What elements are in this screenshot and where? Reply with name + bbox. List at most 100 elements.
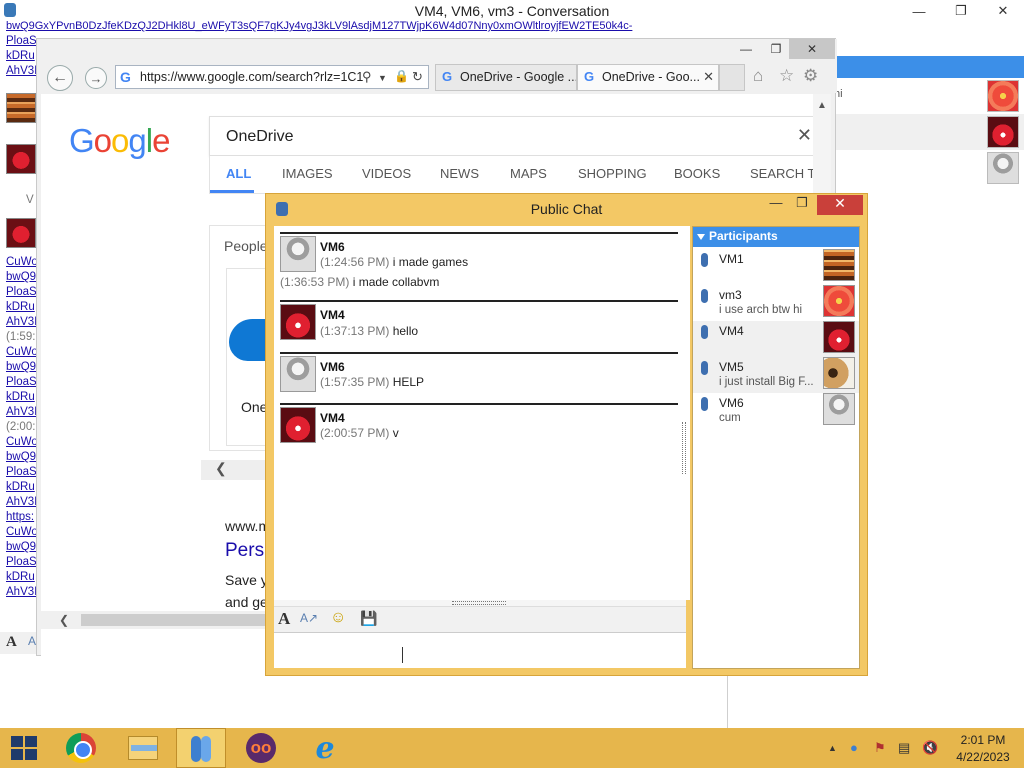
network-icon[interactable]: ▤ <box>898 740 910 756</box>
participant-row[interactable]: VM6 cum <box>693 393 859 429</box>
search-input[interactable]: OneDrive ✕ <box>209 116 821 156</box>
avatar <box>987 152 1019 184</box>
splitter-grip[interactable] <box>452 601 506 605</box>
action-center-icon[interactable]: ⚑ <box>874 740 886 756</box>
search-icon[interactable]: ⚲ <box>362 69 372 85</box>
avatar <box>987 80 1019 112</box>
back-icon[interactable]: ← <box>47 65 73 91</box>
taskbar-infinity-app[interactable]: oo <box>236 728 286 768</box>
tab-images[interactable]: IMAGES <box>282 166 333 181</box>
chat-minimize-button[interactable]: — <box>762 195 790 215</box>
dropdown-icon[interactable]: ▼ <box>378 73 387 83</box>
participant-name: VM4 <box>719 324 744 338</box>
search-query[interactable]: OneDrive <box>226 128 294 146</box>
participant-row[interactable]: vm3 i use arch btw hi <box>693 285 859 321</box>
message-divider <box>280 300 680 302</box>
browser-close-button[interactable]: ✕ <box>789 39 835 59</box>
taskbar-messenger[interactable] <box>176 728 226 768</box>
lock-icon[interactable]: 🔒 <box>394 69 409 83</box>
tab-books[interactable]: BOOKS <box>674 166 720 181</box>
participant-row[interactable]: VM4 <box>693 321 859 357</box>
message-timestamp: (1:36:53 PM) <box>280 275 350 289</box>
browser-tab[interactable]: G OneDrive - Google ... <box>435 64 577 91</box>
messenger-tray-icon[interactable]: ● <box>850 740 858 755</box>
message-link[interactable]: bwQ9GxYPvnB0DzJfeKDzQJ2DHkl8U_eWFyT3sQF7… <box>6 20 686 33</box>
participant-row[interactable]: VM1 <box>693 249 859 285</box>
tab-all[interactable]: ALL <box>226 166 251 181</box>
clear-search-icon[interactable]: ✕ <box>797 125 812 146</box>
browser-tab-active[interactable]: G OneDrive - Goo... ✕ <box>577 64 719 91</box>
refresh-icon[interactable]: ↻ <box>412 69 423 85</box>
address-url[interactable]: https://www.google.com/search?rlz=1C1 <box>140 70 363 84</box>
volume-muted-icon[interactable]: 🔇 <box>922 740 938 756</box>
tab-videos[interactable]: VIDEOS <box>362 166 411 181</box>
chat-message-input[interactable] <box>274 632 686 668</box>
message-text: i made games <box>389 255 469 269</box>
forward-icon[interactable]: → <box>85 67 107 89</box>
tab-maps[interactable]: MAPS <box>510 166 547 181</box>
home-icon[interactable]: ⌂ <box>753 66 763 86</box>
taskbar: oo e ▲ ● ⚑ ▤ 🔇 2:01 PM 4/22/2023 <box>0 728 1024 768</box>
favorites-icon[interactable]: ☆ <box>779 66 794 86</box>
message-divider <box>280 352 680 354</box>
chat-maximize-button[interactable]: ❐ <box>788 195 816 215</box>
font-icon[interactable]: A <box>278 609 290 629</box>
new-tab-button[interactable] <box>719 64 745 91</box>
tab-search-tools[interactable]: SEARCH T <box>750 166 816 181</box>
minimize-button[interactable]: — <box>902 0 936 22</box>
tab-label: OneDrive - Google ... <box>460 70 577 84</box>
avatar <box>280 407 316 443</box>
taskbar-chrome[interactable] <box>56 728 106 768</box>
start-button[interactable] <box>0 728 48 768</box>
avatar <box>823 393 855 425</box>
tab-shopping[interactable]: SHOPPING <box>578 166 647 181</box>
result-title[interactable]: Pers <box>225 540 264 562</box>
public-chat-window: Public Chat — ❐ ✕ VM6 (1:24:56 PM) i mad… <box>265 193 868 676</box>
message-line: (1:37:13 PM) hello <box>320 324 418 338</box>
maximize-button[interactable]: ❐ <box>944 0 978 22</box>
participant-name: vm3 <box>719 288 742 302</box>
tab-label: OneDrive - Goo... <box>602 70 700 84</box>
clock-time[interactable]: 2:01 PM <box>944 733 1022 747</box>
message-timestamp: (1:37:13 PM) <box>320 324 390 338</box>
close-button[interactable]: ✕ <box>986 0 1020 22</box>
message-timestamp: (1:24:56 PM) <box>320 255 390 269</box>
save-icon[interactable]: 💾 <box>360 610 377 627</box>
search-tabs: ALL IMAGES VIDEOS NEWS MAPS SHOPPING BOO… <box>209 156 821 194</box>
browser-minimize-button[interactable]: — <box>731 39 761 59</box>
splitter-grip[interactable] <box>682 422 686 474</box>
show-hidden-icons-icon[interactable]: ▲ <box>828 743 837 753</box>
participant-row[interactable]: VM5 i just install Big F... <box>693 357 859 393</box>
tab-news[interactable]: NEWS <box>440 166 479 181</box>
participants-header[interactable]: Participants <box>693 227 859 247</box>
message-line: (2:00:57 PM) v <box>320 426 399 440</box>
result-snippet: and ge <box>225 594 268 610</box>
browser-maximize-button[interactable]: ❐ <box>761 39 791 59</box>
clock-date[interactable]: 4/22/2023 <box>944 750 1022 764</box>
avatar <box>6 144 36 174</box>
avatar <box>6 93 36 123</box>
chat-close-button[interactable]: ✕ <box>817 195 863 215</box>
gear-icon[interactable]: ⚙ <box>803 66 818 86</box>
user-icon <box>701 289 708 303</box>
avatar <box>823 321 855 353</box>
message-line: (1:57:35 PM) HELP <box>320 375 424 389</box>
emoticon-icon[interactable]: ☺ <box>330 609 346 627</box>
people-title: People <box>224 238 268 254</box>
result-snippet: Save y <box>225 572 268 588</box>
taskbar-internet-explorer[interactable]: e <box>300 728 350 768</box>
font-color-icon[interactable]: A↗ <box>300 611 318 625</box>
scrollbar-thumb[interactable] <box>81 614 269 626</box>
chat-scrollbar[interactable] <box>678 226 690 600</box>
scroll-up-icon[interactable]: ▲ <box>817 100 827 111</box>
address-bar[interactable]: G https://www.google.com/search?rlz=1C1 … <box>115 65 429 89</box>
google-logo[interactable]: Google <box>69 122 170 160</box>
taskbar-file-explorer[interactable] <box>118 728 168 768</box>
font-icon[interactable]: A <box>6 634 17 651</box>
close-tab-icon[interactable]: ✕ <box>703 69 714 85</box>
message-sender: VM6 <box>320 240 345 254</box>
message-text: v <box>389 426 399 440</box>
scroll-left-icon[interactable]: ❮ <box>59 613 69 627</box>
browser-chrome: — ❐ ✕ ← → G https://www.google.com/searc… <box>37 39 837 93</box>
participant-status: i use arch btw hi <box>719 304 803 316</box>
